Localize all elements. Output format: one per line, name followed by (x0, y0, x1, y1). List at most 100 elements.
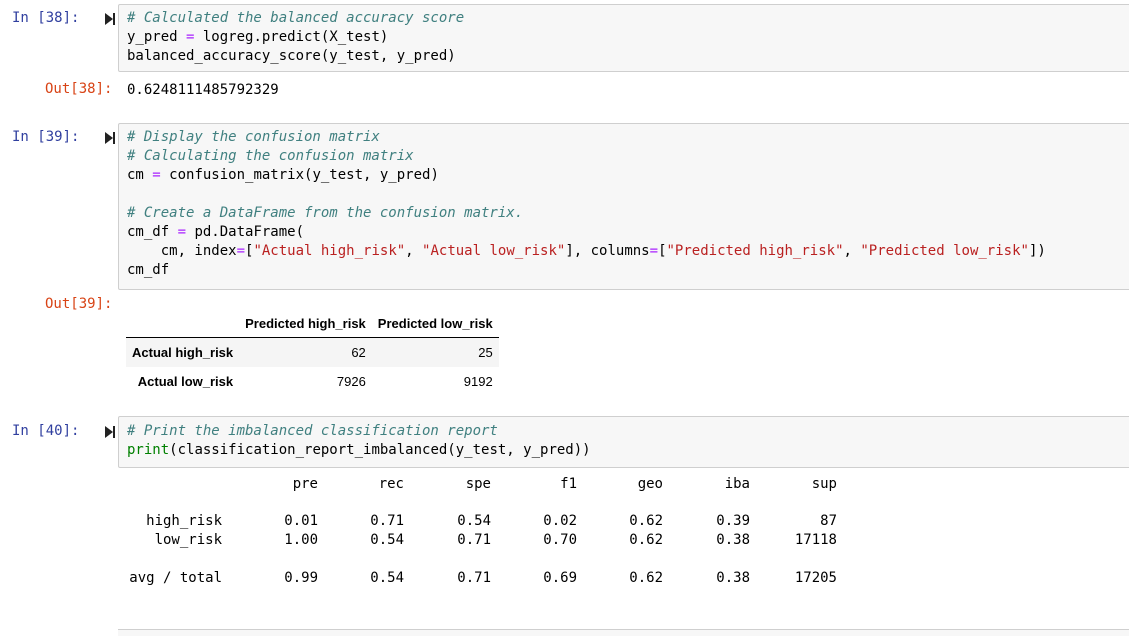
report-value: 0.02 (543, 513, 577, 529)
code-token: cm, index (127, 243, 237, 259)
report-header: iba (724, 476, 750, 492)
code-cell-40[interactable]: # Print the imbalanced classification re… (118, 416, 1129, 468)
code-token: # Create a DataFrame from the confusion … (127, 205, 524, 221)
code-token: y_pred (127, 29, 187, 45)
code-cell-39[interactable]: # Display the confusion matrix # Calculat… (118, 123, 1129, 290)
row-index: Actual low_risk (137, 374, 234, 389)
report-value: 0.70 (543, 532, 577, 548)
accuracy-output: 0.6248111485792329 (127, 82, 279, 98)
report-header: rec (378, 476, 404, 492)
run-cell-icon[interactable] (104, 425, 116, 439)
report-header: pre (292, 476, 318, 492)
code-line: cm = confusion_matrix(y_test, y_pred) (127, 166, 1046, 185)
code-cell-38[interactable]: # Calculated the balanced accuracy score… (118, 4, 1129, 72)
report-value: 0.62 (629, 532, 663, 548)
code-token: = (177, 224, 187, 240)
report-value: 0.54 (457, 513, 491, 529)
code-token: # Calculating the confusion matrix (127, 148, 414, 164)
report-value: 0.69 (543, 570, 577, 586)
code-token: pd.DataFrame( (186, 224, 305, 240)
out-prompt-38: Out[38]: (45, 81, 113, 97)
code-token: print (127, 442, 170, 458)
code-token: # Display the confusion matrix (127, 129, 380, 145)
code-token: # Print the imbalanced classification re… (127, 423, 498, 439)
report-value: 0.71 (457, 570, 491, 586)
code-token: , (843, 243, 861, 259)
table-cell: 62 (351, 345, 366, 360)
table-cell: 7926 (336, 374, 366, 389)
report-row-label: avg / total (129, 570, 222, 586)
row-index: Actual high_risk (132, 345, 234, 360)
code-token: = (152, 167, 161, 183)
code-line: # Print the imbalanced classification re… (127, 422, 591, 441)
code-line: cm, index=["Actual high_risk", "Actual l… (127, 242, 1046, 261)
report-value: 87 (820, 513, 837, 529)
table-header-row: Predicted high_risk Predicted low_risk (126, 310, 499, 338)
report-value: 0.38 (716, 570, 750, 586)
code-token: "Predicted low_risk" (860, 243, 1029, 259)
code-line: # Create a DataFrame from the confusion … (127, 204, 1046, 223)
out-prompt-39: Out[39]: (45, 296, 113, 312)
report-header: f1 (560, 476, 577, 492)
code-editor[interactable]: # Calculated the balanced accuracy score… (127, 9, 464, 66)
code-editor[interactable]: # Display the confusion matrix # Calculat… (127, 128, 1046, 280)
code-token: cm_df (127, 224, 178, 240)
index-header (126, 310, 240, 338)
report-value: 0.54 (370, 570, 404, 586)
report-value: 0.62 (629, 570, 663, 586)
report-value: 17118 (794, 532, 837, 548)
report-value: 0.71 (370, 513, 404, 529)
report-value: 0.39 (716, 513, 750, 529)
code-token: cm_df (127, 262, 170, 278)
code-token: = (236, 243, 246, 259)
report-value: 0.38 (716, 532, 750, 548)
code-line: # Calculated the balanced accuracy score (127, 9, 464, 28)
in-prompt-39: In [39]: (12, 129, 80, 145)
code-token: logreg.predict(X_test) (194, 29, 389, 45)
code-token: = (649, 243, 659, 259)
code-line: cm_df = pd.DataFrame( (127, 223, 1046, 242)
code-token: [ (658, 243, 667, 259)
run-cell-icon[interactable] (104, 12, 116, 26)
table-row: Actual low_risk 7926 9192 (126, 367, 499, 396)
report-value: 0.54 (370, 532, 404, 548)
column-header: Predicted high_risk (239, 310, 372, 338)
code-token: "Actual high_risk" (253, 243, 406, 259)
code-line: # Calculating the confusion matrix (127, 147, 1046, 166)
code-line: y_pred = logreg.predict(X_test) (127, 28, 464, 47)
report-row-label: high_risk (146, 513, 222, 529)
report-value: 17205 (794, 570, 837, 586)
in-prompt-38: In [38]: (12, 10, 80, 26)
code-token: ]) (1028, 243, 1046, 259)
code-token: (classification_report_imbalanced(y_test… (169, 442, 591, 458)
report-value: 0.71 (457, 532, 491, 548)
code-token: "Actual low_risk" (422, 243, 566, 259)
confusion-matrix-table: Predicted high_risk Predicted low_risk A… (126, 310, 499, 396)
report-header: geo (637, 476, 663, 492)
code-token: # Calculated the balanced accuracy score (127, 10, 465, 26)
report-header: spe (465, 476, 491, 492)
report-row-label: low_risk (154, 532, 222, 548)
table-cell: 9192 (463, 374, 493, 389)
code-token: confusion_matrix(y_test, y_pred) (160, 167, 439, 183)
code-line: # Display the confusion matrix (127, 128, 1046, 147)
code-line: balanced_accuracy_score(y_test, y_pred) (127, 47, 464, 66)
report-value: 0.62 (629, 513, 663, 529)
table-cell: 25 (478, 345, 493, 360)
code-line: print(classification_report_imbalanced(y… (127, 441, 591, 460)
column-header: Predicted low_risk (371, 310, 499, 338)
code-token: "Predicted high_risk" (666, 243, 844, 259)
report-value: 1.00 (284, 532, 318, 548)
code-token: ], columns (565, 243, 650, 259)
code-token: balanced_accuracy_score(y_test, y_pred) (127, 48, 456, 64)
table-row: Actual high_risk 62 25 (126, 337, 499, 367)
code-editor[interactable]: # Print the imbalanced classification re… (127, 422, 591, 460)
report-value: 0.99 (284, 570, 318, 586)
run-cell-icon[interactable] (104, 131, 116, 145)
report-header: sup (811, 476, 837, 492)
code-line: cm_df (127, 261, 1046, 280)
code-token: cm (127, 167, 153, 183)
in-prompt-40: In [40]: (12, 423, 80, 439)
code-token: , (405, 243, 423, 259)
